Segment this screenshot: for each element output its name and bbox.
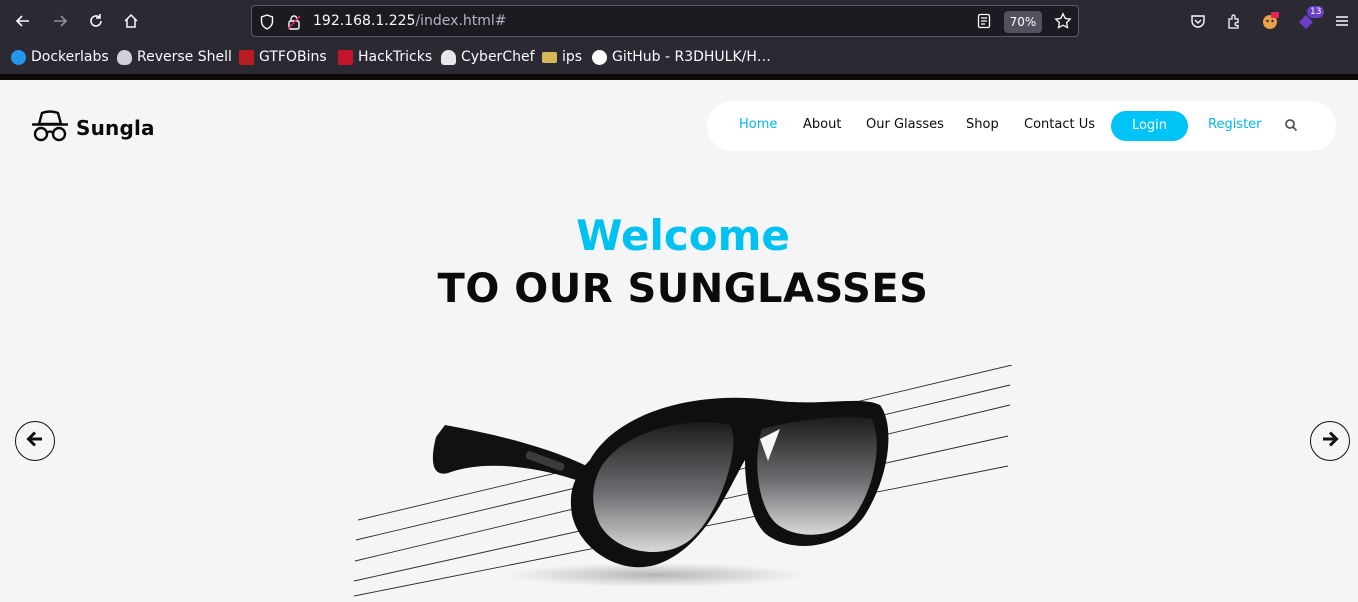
main-nav: Home About Our Glasses Shop Contact Us L… (707, 101, 1336, 151)
hero-welcome: Welcome (576, 211, 790, 260)
reader-view-icon[interactable] (976, 13, 992, 33)
bookmark-reverse-shell[interactable]: Reverse Shell (117, 47, 232, 67)
carousel-prev-button[interactable] (15, 421, 55, 461)
nav-home[interactable]: Home (739, 117, 777, 132)
bookmark-label: ips (562, 49, 583, 65)
gtfobins-icon (239, 49, 254, 65)
home-icon[interactable] (119, 9, 143, 33)
bookmark-label: HackTricks (358, 49, 433, 65)
login-button[interactable]: Login (1111, 111, 1188, 141)
url-path: /index.html# (415, 13, 507, 29)
bookmark-label: GitHub - R3DHULK/H… (612, 49, 771, 65)
reload-icon[interactable] (84, 9, 108, 33)
bookmark-gtfobins[interactable]: GTFOBins (239, 47, 327, 67)
menu-icon[interactable] (1330, 9, 1354, 33)
hacktricks-icon (338, 49, 353, 65)
register-link[interactable]: Register (1208, 117, 1262, 132)
bookmark-hacktricks[interactable]: HackTricks (338, 47, 432, 67)
nav-our-glasses[interactable]: Our Glasses (866, 117, 944, 132)
bookmark-star-icon[interactable] (1054, 12, 1072, 34)
pocket-icon[interactable] (1186, 9, 1210, 33)
extensions-icon[interactable] (1222, 9, 1246, 33)
carousel-next-button[interactable] (1310, 421, 1350, 461)
whale-icon (11, 49, 26, 65)
website-page: Sungla Home About Our Glasses Shop Conta… (0, 80, 1358, 602)
github-icon (592, 49, 607, 65)
bookmark-ips[interactable]: ips (542, 47, 582, 67)
foxyproxy-icon[interactable] (1258, 9, 1282, 33)
bookmark-label: GTFOBins (259, 49, 327, 65)
bookmarks-bar: Dockerlabs Reverse Shell GTFOBins HackTr… (0, 44, 1358, 70)
url-host: 192.168.1.225 (313, 13, 416, 29)
logo-text: Sungla (76, 116, 155, 140)
nav-shop[interactable]: Shop (966, 117, 999, 132)
bookmark-cyberchef[interactable]: CyberChef (441, 47, 535, 67)
bookmark-label: Reverse Shell (137, 49, 232, 65)
nav-contact[interactable]: Contact Us (1024, 117, 1095, 132)
bookmark-label: CyberChef (461, 49, 535, 65)
folder-icon (542, 51, 557, 63)
incognito-hat-icon (31, 109, 69, 147)
arrow-left-icon (25, 429, 45, 453)
search-icon[interactable] (1284, 117, 1300, 133)
browser-toolbar: 192.168.1.225/index.html# 70% 13 Dockerl… (0, 0, 1358, 74)
skull-icon (117, 49, 132, 65)
zoom-level-button[interactable]: 70% (1004, 11, 1042, 33)
bookmark-label: Dockerlabs (31, 49, 109, 65)
shield-icon[interactable] (260, 14, 274, 34)
site-logo[interactable]: Sungla (31, 109, 155, 147)
insecure-lock-icon[interactable] (287, 14, 301, 34)
nav-about[interactable]: About (803, 117, 841, 132)
extension-badge-icon[interactable]: 13 (1294, 6, 1325, 33)
back-arrow-icon[interactable] (11, 9, 35, 33)
forward-arrow-icon[interactable] (48, 9, 72, 33)
chef-hat-icon (441, 49, 456, 65)
url-text[interactable]: 192.168.1.225/index.html# (313, 13, 507, 29)
arrow-right-icon (1320, 429, 1340, 453)
address-bar[interactable]: 192.168.1.225/index.html# 70% (251, 5, 1079, 37)
hero-tagline: TO OUR SUNGLASSES (437, 266, 929, 312)
sunglasses-image (353, 365, 1013, 597)
bookmark-github[interactable]: GitHub - R3DHULK/H… (592, 47, 771, 67)
extension-badge-count: 13 (1307, 6, 1325, 18)
bookmark-dockerlabs[interactable]: Dockerlabs (11, 47, 109, 67)
